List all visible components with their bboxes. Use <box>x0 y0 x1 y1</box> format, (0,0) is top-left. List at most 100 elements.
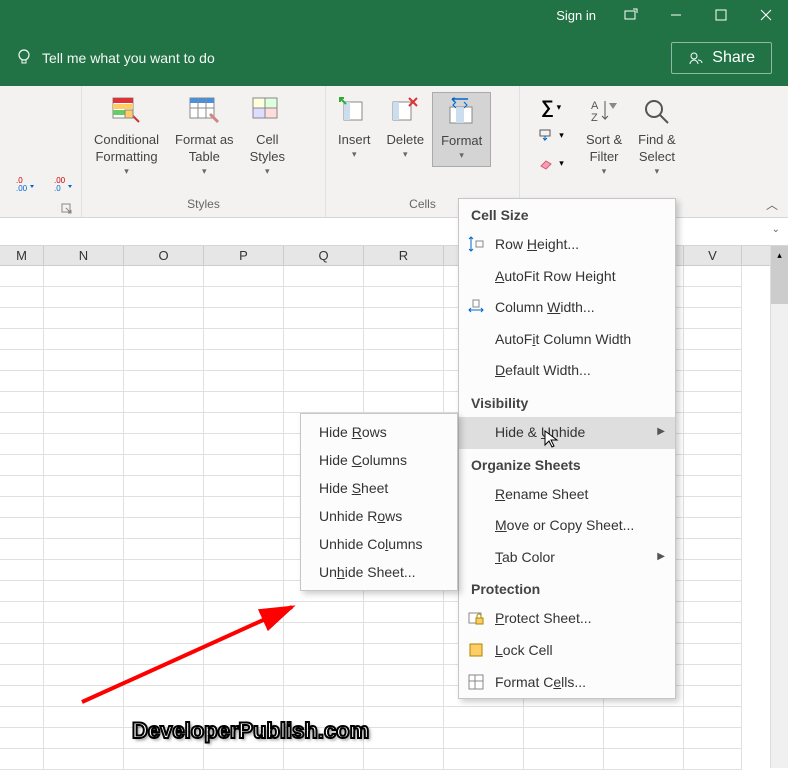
cell[interactable] <box>44 581 124 602</box>
signin-link[interactable]: Sign in <box>544 8 608 23</box>
cell[interactable] <box>0 287 44 308</box>
cell[interactable] <box>0 329 44 350</box>
cell[interactable] <box>44 392 124 413</box>
cell[interactable] <box>364 686 444 707</box>
cell[interactable] <box>124 686 204 707</box>
cell[interactable] <box>364 665 444 686</box>
cell[interactable] <box>44 413 124 434</box>
column-header[interactable]: P <box>204 246 284 265</box>
menu-format-cells[interactable]: Format Cells... <box>459 667 675 699</box>
cell[interactable] <box>684 665 742 686</box>
cell[interactable] <box>124 308 204 329</box>
cell[interactable] <box>44 686 124 707</box>
maximize-button[interactable] <box>698 0 743 30</box>
cell[interactable] <box>684 560 742 581</box>
menu-lock-cell[interactable]: Lock Cell <box>459 635 675 667</box>
cell[interactable] <box>0 476 44 497</box>
row[interactable] <box>0 707 788 728</box>
submenu-hide-sheet[interactable]: Hide Sheet <box>301 474 457 502</box>
cell[interactable] <box>124 266 204 287</box>
cell[interactable] <box>44 518 124 539</box>
cell[interactable] <box>204 371 284 392</box>
cell[interactable] <box>204 308 284 329</box>
cell[interactable] <box>684 476 742 497</box>
cell[interactable] <box>44 623 124 644</box>
cell[interactable] <box>124 497 204 518</box>
cell[interactable] <box>284 350 364 371</box>
cell[interactable] <box>0 413 44 434</box>
cell[interactable] <box>204 350 284 371</box>
cell[interactable] <box>204 413 284 434</box>
cell[interactable] <box>44 728 124 749</box>
cell[interactable] <box>364 749 444 770</box>
submenu-unhide-columns[interactable]: Unhide Columns <box>301 530 457 558</box>
cell[interactable] <box>364 707 444 728</box>
cell[interactable] <box>204 287 284 308</box>
cell[interactable] <box>604 749 684 770</box>
menu-hide-unhide[interactable]: Hide & Unhide ▶ <box>459 417 675 449</box>
cell[interactable] <box>44 560 124 581</box>
menu-row-height[interactable]: Row Height... <box>459 229 675 261</box>
share-button[interactable]: Share <box>671 42 772 74</box>
cell[interactable] <box>0 686 44 707</box>
cell[interactable] <box>444 707 524 728</box>
cell[interactable] <box>284 371 364 392</box>
close-button[interactable] <box>743 0 788 30</box>
cell[interactable] <box>604 707 684 728</box>
autosum-button[interactable]: ∑▾ <box>528 94 574 120</box>
column-header[interactable]: O <box>124 246 204 265</box>
cell[interactable] <box>684 497 742 518</box>
cell[interactable] <box>44 707 124 728</box>
cell[interactable] <box>0 308 44 329</box>
row[interactable] <box>0 728 788 749</box>
cell[interactable] <box>284 749 364 770</box>
cell[interactable] <box>0 266 44 287</box>
cell[interactable] <box>44 749 124 770</box>
decrease-decimal-button[interactable]: .00.0 <box>48 171 82 197</box>
fill-button[interactable]: ▾ <box>528 122 574 148</box>
cell[interactable] <box>204 497 284 518</box>
cell[interactable] <box>684 623 742 644</box>
cell[interactable] <box>284 602 364 623</box>
cell[interactable] <box>44 371 124 392</box>
collapse-ribbon[interactable]: ︿ <box>766 196 778 213</box>
cell[interactable] <box>684 392 742 413</box>
menu-column-width[interactable]: Column Width... <box>459 292 675 324</box>
cell[interactable] <box>284 308 364 329</box>
cell[interactable] <box>0 392 44 413</box>
cell[interactable] <box>284 665 364 686</box>
cell[interactable] <box>364 623 444 644</box>
cell[interactable] <box>44 539 124 560</box>
cell[interactable] <box>0 665 44 686</box>
format-cells-button[interactable]: Format <box>432 92 491 167</box>
cell[interactable] <box>124 560 204 581</box>
cell[interactable] <box>684 413 742 434</box>
cell[interactable] <box>284 392 364 413</box>
cell[interactable] <box>0 581 44 602</box>
cell[interactable] <box>684 266 742 287</box>
cell[interactable] <box>364 644 444 665</box>
cell[interactable] <box>204 665 284 686</box>
scroll-up[interactable]: ▴ <box>771 246 788 264</box>
cell[interactable] <box>0 539 44 560</box>
column-header[interactable]: Q <box>284 246 364 265</box>
cell[interactable] <box>684 287 742 308</box>
submenu-unhide-rows[interactable]: Unhide Rows <box>301 502 457 530</box>
cell[interactable] <box>0 455 44 476</box>
cell[interactable] <box>364 371 444 392</box>
cell[interactable] <box>524 749 604 770</box>
cell[interactable] <box>0 707 44 728</box>
cell[interactable] <box>0 623 44 644</box>
submenu-hide-columns[interactable]: Hide Columns <box>301 446 457 474</box>
cell[interactable] <box>364 350 444 371</box>
cell[interactable] <box>684 749 742 770</box>
cell[interactable] <box>124 623 204 644</box>
cell[interactable] <box>204 392 284 413</box>
cell[interactable] <box>0 518 44 539</box>
cell[interactable] <box>0 434 44 455</box>
menu-move-copy[interactable]: Move or Copy Sheet... <box>459 510 675 542</box>
cell[interactable] <box>204 581 284 602</box>
cell[interactable] <box>364 287 444 308</box>
cell[interactable] <box>684 707 742 728</box>
cell[interactable] <box>124 392 204 413</box>
